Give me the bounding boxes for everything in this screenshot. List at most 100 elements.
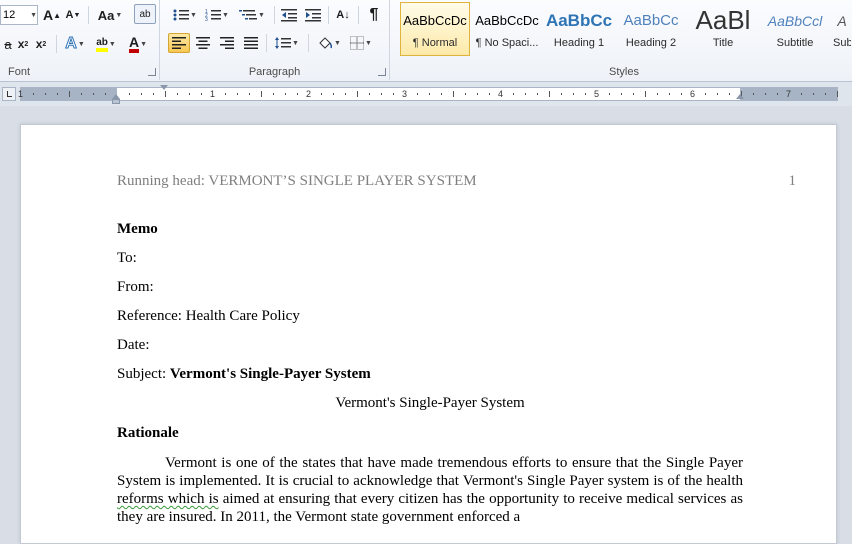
shrink-font-icon: A xyxy=(65,9,74,21)
style-title[interactable]: AaBl Title xyxy=(688,2,758,56)
font-dialog-launcher-icon[interactable] xyxy=(148,68,156,76)
justify-button[interactable] xyxy=(240,33,262,53)
multilevel-list-button[interactable]: ▼ xyxy=(236,5,268,25)
superscript-button[interactable]: x2 xyxy=(32,34,50,54)
centered-title[interactable]: Vermont's Single-Payer System xyxy=(117,395,743,412)
grow-font-button[interactable]: A ▲ xyxy=(42,5,62,25)
ruler-number: 2 xyxy=(306,89,312,99)
align-center-button[interactable] xyxy=(192,33,214,53)
separator xyxy=(308,34,309,52)
to-line[interactable]: To: xyxy=(117,250,137,267)
justify-icon xyxy=(244,37,258,49)
style-subtitle[interactable]: AaBbCcl Subtitle xyxy=(760,2,830,56)
paragraph-dialog-launcher-icon[interactable] xyxy=(378,68,386,76)
ruler-dot xyxy=(225,93,226,95)
text-effects-button[interactable]: A ▼ xyxy=(62,34,88,54)
date-line[interactable]: Date: xyxy=(117,337,149,354)
paint-bucket-icon xyxy=(319,37,333,49)
caret-down-icon: ▼ xyxy=(73,11,81,19)
ruler-dot xyxy=(609,93,610,95)
first-line-indent-marker[interactable] xyxy=(160,85,168,90)
document-page[interactable]: Running head: VERMONT’S SINGLE PLAYER SY… xyxy=(20,124,837,544)
font-color-button[interactable]: A ▼ xyxy=(124,34,152,54)
decrease-indent-button[interactable] xyxy=(278,5,300,25)
style-normal[interactable]: AaBbCcDc ¶ Normal xyxy=(400,2,470,56)
ruler-dot xyxy=(273,93,274,95)
style-sample: AaBbCcDc xyxy=(475,13,539,28)
highlight-button[interactable]: ab ▼ xyxy=(92,34,120,54)
ruler-dot xyxy=(381,93,382,95)
subject-line[interactable]: Subject: Vermont's Single-Payer System xyxy=(117,366,371,383)
borders-button[interactable]: ▼ xyxy=(346,33,376,53)
page-number[interactable]: 1 xyxy=(789,173,797,190)
align-right-button[interactable] xyxy=(216,33,238,53)
align-center-icon xyxy=(196,37,210,49)
ruler-dot xyxy=(525,93,526,95)
increase-indent-button[interactable] xyxy=(302,5,324,25)
running-head[interactable]: Running head: VERMONT’S SINGLE PLAYER SY… xyxy=(117,173,477,190)
sort-button[interactable]: A↓ xyxy=(332,5,354,25)
right-indent-marker[interactable] xyxy=(736,94,744,99)
font-size-input[interactable]: 12 ▼ xyxy=(0,5,38,25)
ruler-dot xyxy=(105,93,106,95)
style-heading-2[interactable]: AaBbCc Heading 2 xyxy=(616,2,686,56)
svg-text:3: 3 xyxy=(205,17,208,22)
ruler-dot xyxy=(465,93,466,95)
ruler-dot xyxy=(393,93,394,95)
borders-icon xyxy=(350,36,365,50)
ruler-dot xyxy=(489,93,490,95)
chevron-down-icon: ▼ xyxy=(140,40,148,48)
align-left-icon xyxy=(172,37,186,49)
ruler-dot xyxy=(237,93,238,95)
ruler-dot xyxy=(93,93,94,95)
ruler-tick xyxy=(357,91,358,97)
subject-label: Subject: xyxy=(117,366,170,382)
horizontal-ruler[interactable]: 1 1 2 3 4 5 6 7 xyxy=(0,82,852,106)
style-no-spacing[interactable]: AaBbCcDc ¶ No Spaci... xyxy=(472,2,542,56)
line-spacing-button[interactable]: ▼ xyxy=(272,33,302,53)
body-paragraph[interactable]: Vermont is one of the states that have m… xyxy=(117,454,743,526)
subscript-button[interactable]: x2 xyxy=(14,34,32,54)
ruler-number: 7 xyxy=(786,89,792,99)
shrink-font-button[interactable]: A ▼ xyxy=(64,5,82,25)
style-name: Title xyxy=(712,37,734,49)
ribbon: 12 ▼ A ▲ A ▼ Aa ▼ ab a x2 x2 A ▼ ab ▼ A … xyxy=(0,0,852,82)
grammar-flagged-text[interactable]: reforms which is xyxy=(117,491,219,507)
ruler-dot xyxy=(201,93,202,95)
change-case-button[interactable]: Aa ▼ xyxy=(94,5,126,25)
ruler-number: 6 xyxy=(690,89,696,99)
subscript-two: 2 xyxy=(24,40,29,48)
ruler-number: 1 xyxy=(210,89,216,99)
ruler-bar[interactable]: 1 1 2 3 4 5 6 7 xyxy=(18,87,838,101)
ruler-dot xyxy=(81,93,82,95)
style-heading-1[interactable]: AaBbCc Heading 1 xyxy=(544,2,614,56)
ruler-dot xyxy=(141,93,142,95)
numbering-button[interactable]: 123 ▼ xyxy=(202,5,232,25)
grow-font-icon: A xyxy=(42,7,54,23)
show-hide-button[interactable]: ¶ xyxy=(364,5,384,25)
ruler-dot xyxy=(285,93,286,95)
bullets-button[interactable]: ▼ xyxy=(170,5,200,25)
ruler-dot xyxy=(429,93,430,95)
shading-button[interactable]: ▼ xyxy=(314,33,344,53)
ruler-dot xyxy=(801,93,802,95)
from-line[interactable]: From: xyxy=(117,279,154,296)
left-indent-marker[interactable] xyxy=(112,99,120,104)
style-subtle[interactable]: A Subtle xyxy=(832,2,852,56)
chevron-down-icon[interactable]: ▼ xyxy=(30,12,37,19)
ruler-tab-selector[interactable] xyxy=(2,87,16,101)
section-heading[interactable]: Rationale xyxy=(117,425,179,442)
style-sample: A xyxy=(837,13,847,29)
document-canvas[interactable]: Running head: VERMONT’S SINGLE PLAYER SY… xyxy=(0,106,852,544)
clear-formatting-button[interactable]: ab xyxy=(134,4,156,24)
ruler-dot xyxy=(681,93,682,95)
caret-up-icon: ▲ xyxy=(53,10,62,20)
style-name: Heading 1 xyxy=(553,37,605,49)
styles-group-label: Styles xyxy=(609,66,639,78)
increase-indent-icon xyxy=(305,9,321,22)
align-left-button[interactable] xyxy=(168,33,190,53)
ruler-dot xyxy=(321,93,322,95)
reference-line[interactable]: Reference: Health Care Policy xyxy=(117,308,300,325)
ruler-number: 3 xyxy=(402,89,408,99)
memo-title[interactable]: Memo xyxy=(117,221,158,238)
